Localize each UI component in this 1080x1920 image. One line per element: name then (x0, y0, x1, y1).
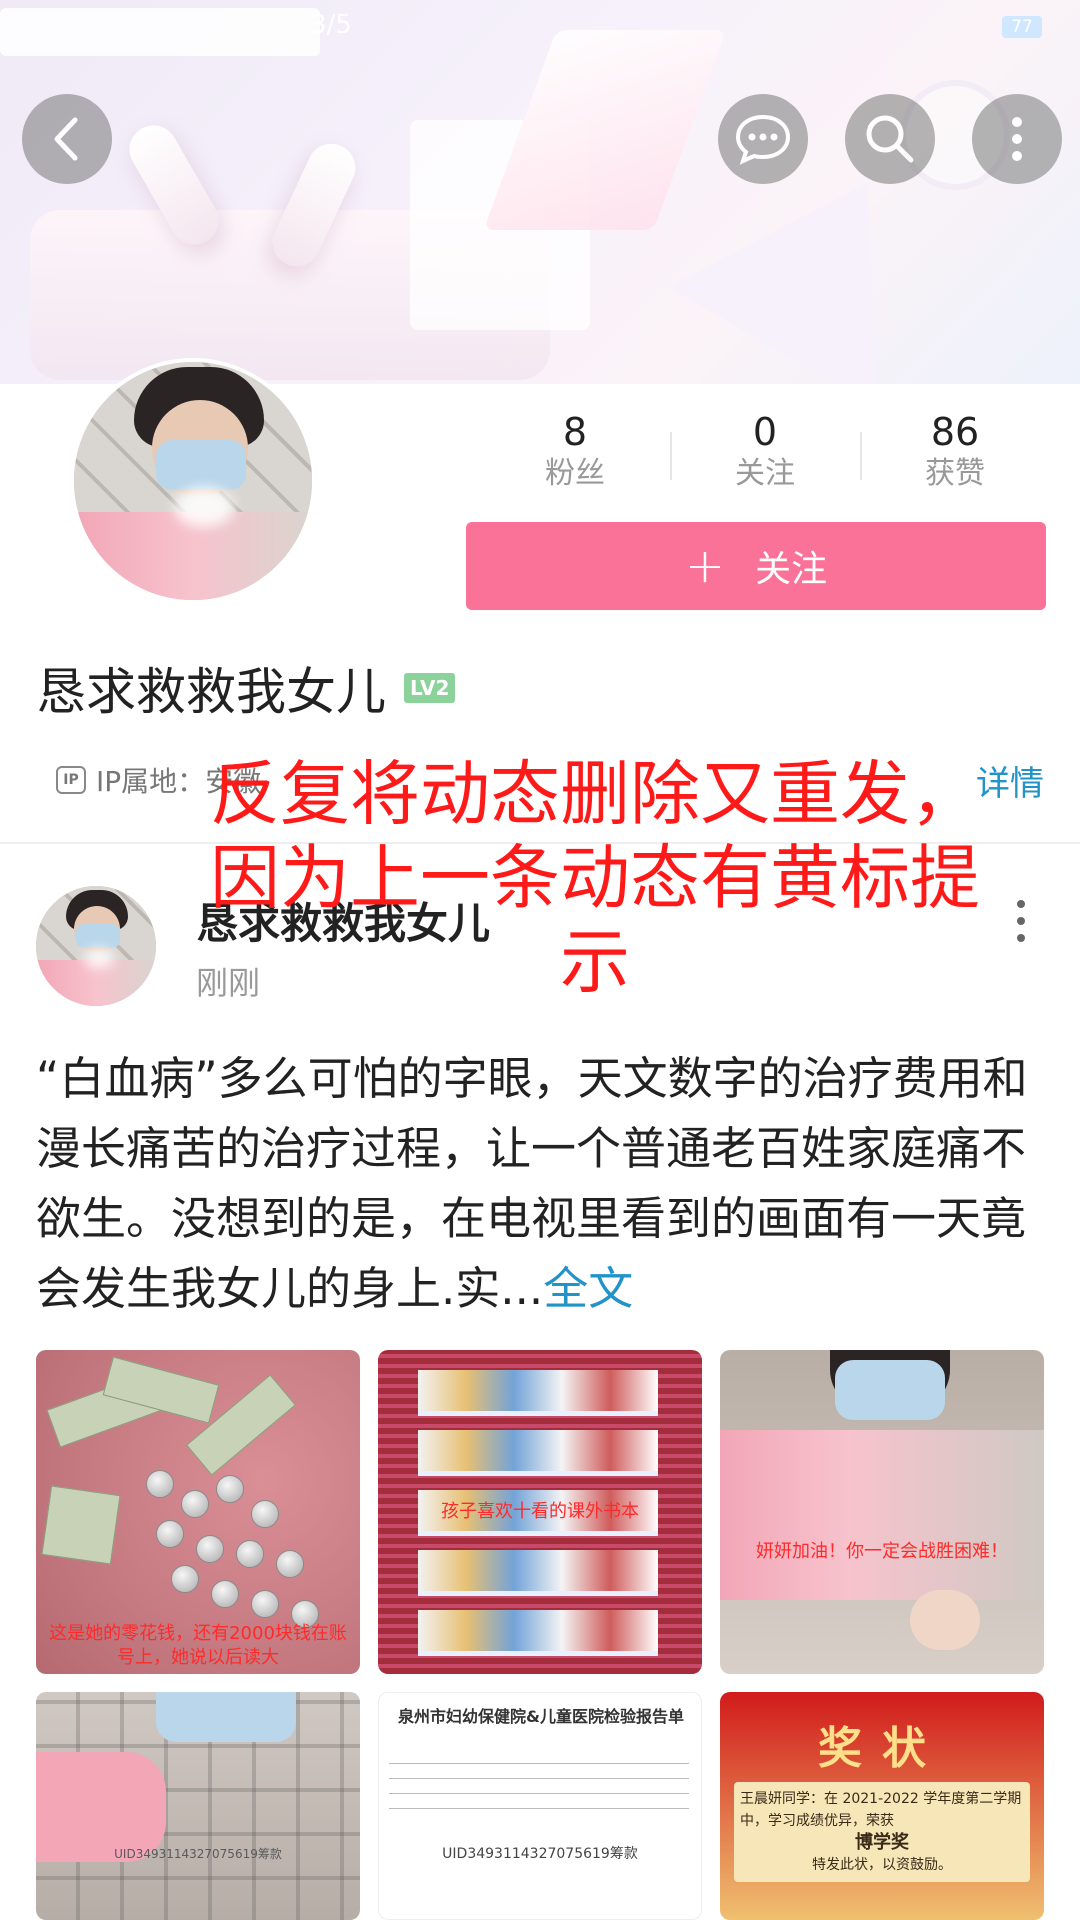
ip-icon: IP (56, 766, 86, 794)
profile-username: 恳求救救我女儿 LV2 (36, 652, 456, 724)
follow-button-label: 关注 (755, 549, 828, 590)
post-image-1[interactable]: 这是她的零花钱，还有2000块钱在账号上，她说以后读大 (36, 1350, 360, 1674)
image-caption: UID3493114327075619筹款 (114, 1847, 282, 1861)
plus-icon: + (684, 538, 726, 594)
stat-value: 8 (562, 410, 588, 454)
stat-following[interactable]: 0 关注 (670, 410, 860, 500)
chat-bubble-icon (735, 114, 791, 165)
post-image-6[interactable]: 奖状 王晨妍同学：在 2021-2022 学年度第二学期中，学习成绩优异，荣获 … (720, 1692, 1044, 1920)
more-button[interactable] (972, 94, 1062, 184)
profile-banner (0, 0, 1080, 384)
certificate-body: 王晨妍同学：在 2021-2022 学年度第二学期中，学习成绩优异，荣获 博学奖… (734, 1782, 1030, 1882)
stat-likes[interactable]: 86 获赞 (860, 410, 1050, 500)
post-image-4[interactable]: UID3493114327075619筹款 (36, 1692, 360, 1920)
stat-label: 关注 (735, 456, 795, 491)
post-body: “白血病”多么可怕的字眼，天文数字的治疗费用和漫长痛苦的治疗过程，让一个普通老百… (36, 1044, 1046, 1324)
image-caption: 这是她的零花钱，还有2000块钱在账号上，她说以后读大 (49, 1623, 347, 1668)
post-more-icon[interactable] (1006, 900, 1036, 950)
profile-avatar[interactable] (70, 358, 316, 604)
stat-fans[interactable]: 8 粉丝 (480, 410, 670, 500)
stat-label: 粉丝 (545, 456, 605, 491)
image-caption: 妍妍加油！你一定会战胜困难！ (756, 1541, 1008, 1562)
search-button[interactable] (845, 94, 935, 184)
banner-decoration (483, 30, 727, 230)
report-title: 泉州市妇幼保健院&儿童医院检验报告单 (398, 1707, 684, 1726)
post-body-text: “白血病”多么可怕的字眼，天文数字的治疗费用和漫长痛苦的治疗过程，让一个普通老百… (36, 1052, 1028, 1315)
stat-label: 获赞 (925, 456, 985, 491)
message-button[interactable] (718, 94, 808, 184)
stat-value: 86 (930, 410, 980, 454)
stat-value: 0 (752, 410, 778, 454)
image-caption: 孩子喜欢十看的课外书本 (441, 1501, 639, 1522)
search-icon (866, 115, 914, 163)
more-vertical-icon (1012, 117, 1022, 161)
certificate-title: 奖状 (818, 1723, 946, 1774)
status-bar-blur (0, 8, 320, 56)
status-text: 3/5 (310, 10, 352, 40)
username-text: 恳求救救我女儿 (36, 663, 386, 721)
profile-stats: 8 粉丝 0 关注 86 获赞 (480, 410, 1050, 500)
back-button[interactable] (22, 94, 112, 184)
status-bar: 3/5 77 (0, 0, 1080, 56)
post-image-3[interactable]: 妍妍加油！你一定会战胜困难！ (720, 1350, 1044, 1674)
post-author-avatar[interactable] (36, 886, 156, 1006)
battery-icon: 77 (1002, 16, 1042, 38)
level-badge: LV2 (404, 673, 456, 703)
report-uid: UID3493114327075619筹款 (442, 1846, 638, 1862)
follow-button[interactable]: + 关注 (466, 522, 1046, 610)
post-image-2[interactable]: 孩子喜欢十看的课外书本 (378, 1350, 702, 1674)
red-annotation-overlay: 反复将动态删除又重发，因为上一条动态有黄标提示 (210, 753, 980, 1003)
full-text-link[interactable]: 全文 (543, 1262, 633, 1315)
post-image-5[interactable]: 泉州市妇幼保健院&儿童医院检验报告单 UID3493114327075619筹款 (378, 1692, 702, 1920)
chevron-left-icon (54, 117, 78, 161)
